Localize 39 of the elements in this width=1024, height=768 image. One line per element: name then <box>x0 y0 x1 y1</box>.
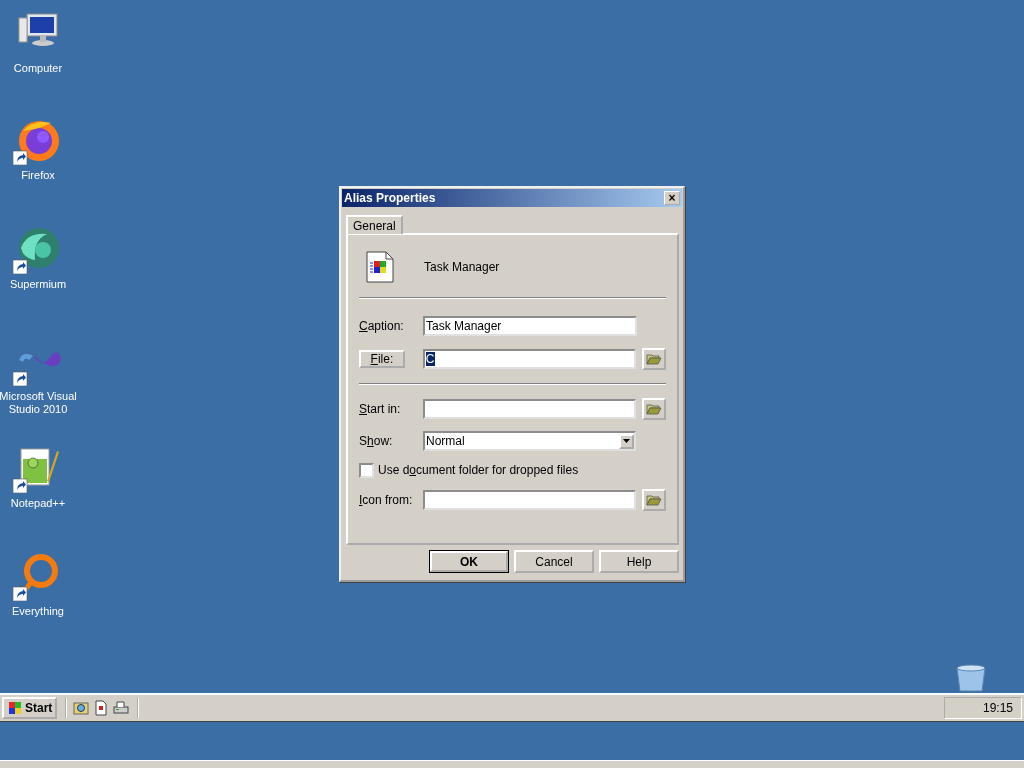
field-label: Caption: <box>359 319 405 333</box>
show-dropdown[interactable]: Normal <box>423 431 636 451</box>
start-in-field[interactable] <box>422 399 637 419</box>
tab[interactable]: General <box>346 215 403 234</box>
browse-button[interactable] <box>642 398 666 420</box>
clock: 19:15 <box>944 697 1022 719</box>
browse-button[interactable] <box>642 348 666 370</box>
icon-from-field[interactable] <box>422 490 637 510</box>
explorer-icon[interactable] <box>73 700 90 716</box>
icon-label: Microsoft Visual Studio 2010 <box>0 390 78 416</box>
caret-icon <box>623 439 630 443</box>
icon-label: Everything <box>12 605 64 618</box>
checkbox[interactable] <box>359 462 374 478</box>
field-label: Start in: <box>359 402 402 416</box>
start-button[interactable]: Start <box>2 697 58 719</box>
dialog-button[interactable]: OK <box>430 551 508 572</box>
program-file-icon <box>366 251 394 283</box>
window-title: Alias Properties <box>344 191 436 205</box>
windows-flag-icon <box>7 701 23 715</box>
item-name: Task Manager <box>424 260 500 274</box>
browse-button[interactable] <box>642 489 666 511</box>
file-button[interactable]: File: <box>359 350 405 368</box>
field-label: Show: <box>359 434 394 448</box>
dialog-button[interactable]: Help <box>599 550 679 573</box>
folder-icon <box>646 353 663 365</box>
field-label: Icon from: <box>359 493 414 507</box>
icon-label: Computer <box>13 62 63 75</box>
dialog-button[interactable]: Cancel <box>514 550 594 573</box>
icon-label: Supermium <box>9 278 67 291</box>
folder-icon <box>646 494 663 506</box>
file-field[interactable]: C <box>422 349 637 369</box>
close-button[interactable]: × <box>664 191 680 205</box>
icon-label: Firefox <box>21 169 55 182</box>
printer-icon[interactable] <box>113 700 130 716</box>
folder-icon <box>646 403 663 415</box>
document-icon[interactable] <box>93 700 110 716</box>
icon-label: Notepad++ <box>10 497 66 510</box>
checkbox-label: Use document folder for dropped files <box>378 463 579 477</box>
caption-field[interactable]: Task Manager <box>423 316 637 336</box>
